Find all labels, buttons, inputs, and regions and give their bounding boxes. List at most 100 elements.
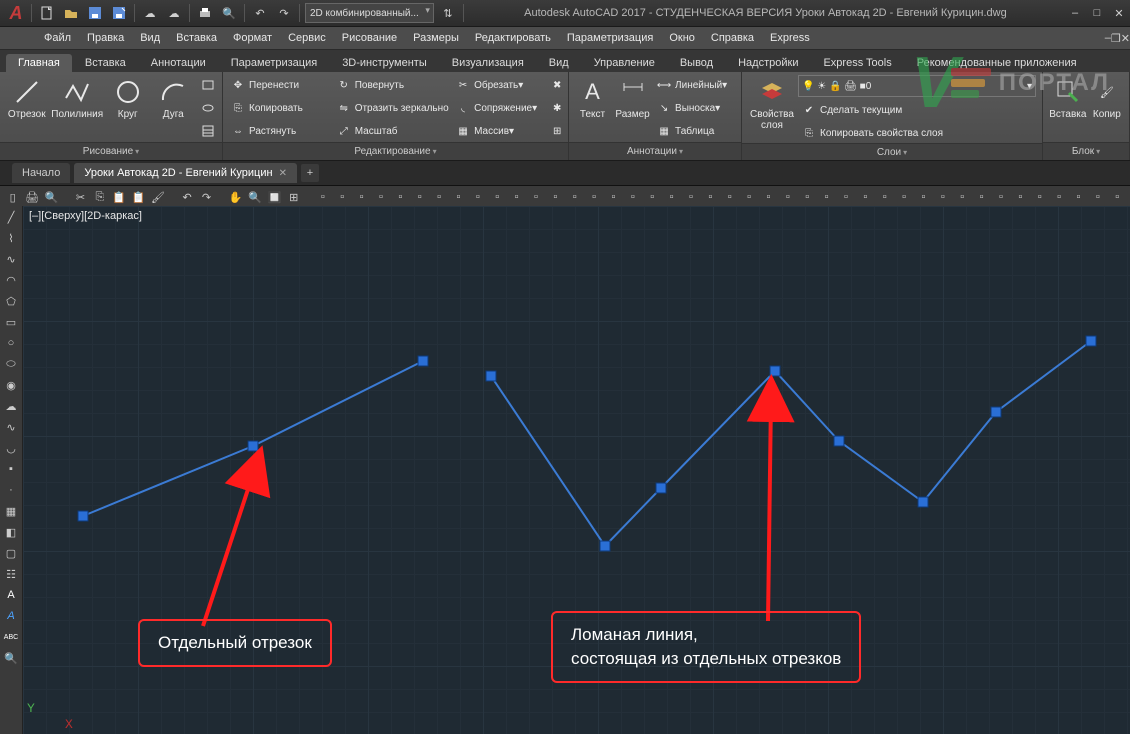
tb2-icon[interactable]: ▫ — [334, 188, 351, 206]
ribbon-tab-3d[interactable]: 3D-инструменты — [330, 54, 439, 72]
tb2-icon[interactable]: ✂ — [72, 188, 89, 206]
lt-ellipse-icon[interactable]: ⬭ — [2, 355, 20, 373]
tb2-icon[interactable]: ▫ — [1070, 188, 1087, 206]
ribbon-tab-insert[interactable]: Вставка — [73, 54, 138, 72]
tb2-icon[interactable]: ▫ — [779, 188, 796, 206]
tb2-icon[interactable]: ▫ — [644, 188, 661, 206]
tb2-icon[interactable]: ▫ — [605, 188, 622, 206]
tb2-icon[interactable]: ↶ — [178, 188, 195, 206]
tb2-icon[interactable]: ▫ — [372, 188, 389, 206]
tb2-icon[interactable]: 🖨 — [23, 188, 40, 206]
circle-button[interactable]: Круг — [105, 75, 151, 120]
erase-icon[interactable]: ✖ — [550, 75, 564, 95]
qat-undo-icon[interactable]: ↶ — [249, 3, 271, 23]
menu-edit[interactable]: Правка — [79, 27, 132, 49]
lt-region-icon[interactable]: ▢ — [2, 544, 20, 562]
layerprops-button[interactable]: Свойства слоя — [746, 75, 798, 131]
tb2-icon[interactable]: 📋 — [111, 188, 128, 206]
qat-new-icon[interactable] — [36, 3, 58, 23]
lt-circle-icon[interactable]: ○ — [2, 334, 20, 352]
tb2-icon[interactable]: ▫ — [1089, 188, 1106, 206]
trim-button[interactable]: ✂Обрезать ▾ — [452, 75, 550, 95]
ribbon-tab-express[interactable]: Express Tools — [811, 54, 903, 72]
tb2-icon[interactable]: ▫ — [430, 188, 447, 206]
doctab-start[interactable]: Начало — [12, 163, 70, 183]
tb2-icon[interactable]: ▫ — [702, 188, 719, 206]
tb2-icon[interactable]: ▫ — [682, 188, 699, 206]
tb2-icon[interactable]: ▫ — [566, 188, 583, 206]
ellipse-icon[interactable] — [198, 98, 218, 118]
tb2-icon[interactable]: ▫ — [411, 188, 428, 206]
menu-insert[interactable]: Вставка — [168, 27, 225, 49]
ribbon-tab-apps[interactable]: Рекомендованные приложения — [905, 54, 1089, 72]
tb2-icon[interactable]: ▫ — [314, 188, 331, 206]
qat-preview-icon[interactable]: 🔍 — [218, 3, 240, 23]
tb2-icon[interactable]: ▫ — [547, 188, 564, 206]
menu-draw[interactable]: Рисование — [334, 27, 405, 49]
lt-point-icon[interactable]: · — [2, 481, 20, 499]
move-button[interactable]: ✥Перенести — [227, 75, 333, 95]
qat-open-icon[interactable] — [60, 3, 82, 23]
menu-help[interactable]: Справка — [703, 27, 762, 49]
lt-polygon-icon[interactable]: ⬠ — [2, 292, 20, 310]
insert-button[interactable]: Вставка — [1047, 75, 1089, 120]
tb2-icon[interactable]: ▫ — [895, 188, 912, 206]
workspace-combo[interactable]: 2D комбинированный... — [305, 3, 434, 23]
lt-abc-icon[interactable]: ABC — [2, 628, 20, 646]
rotate-button[interactable]: ↻Повернуть — [333, 75, 452, 95]
ribbon-tab-param[interactable]: Параметризация — [219, 54, 329, 72]
panel-layers-title[interactable]: Слои — [742, 143, 1042, 160]
tb2-icon[interactable]: 🔍 — [43, 188, 60, 206]
copy-fmt-button[interactable]: 🖌 Копир — [1089, 75, 1125, 120]
qat-save-icon[interactable] — [84, 3, 106, 23]
scale-button[interactable]: ⤢Масштаб — [333, 121, 452, 141]
lt-line-icon[interactable]: ╱ — [2, 208, 20, 226]
doctab-current[interactable]: Уроки Автокад 2D - Евгений Курицин✕ — [74, 163, 297, 183]
drawing-canvas[interactable]: [–][Сверху][2D-каркас] Отдельный от — [23, 206, 1130, 734]
offset-icon[interactable]: ⊞ — [550, 121, 564, 141]
stretch-button[interactable]: ⇔Растянуть — [227, 121, 333, 141]
minimize-button[interactable]: – — [1064, 3, 1086, 23]
tb2-icon[interactable]: ▫ — [837, 188, 854, 206]
hatch-icon[interactable] — [198, 121, 218, 141]
make-current-button[interactable]: ✔Сделать текущим — [798, 100, 1038, 120]
panel-draw-title[interactable]: Рисование — [0, 142, 222, 160]
tb2-icon[interactable]: ▫ — [934, 188, 951, 206]
tb2-icon[interactable]: ▫ — [915, 188, 932, 206]
ribbon-tab-viz[interactable]: Визуализация — [440, 54, 536, 72]
ribbon-tab-output[interactable]: Вывод — [668, 54, 725, 72]
qat-cloud-icon[interactable]: ☁ — [139, 3, 161, 23]
lt-pline-icon[interactable]: ⌇ — [2, 229, 20, 247]
tb2-icon[interactable]: ⊞ — [285, 188, 302, 206]
ribbon-tab-manage[interactable]: Управление — [582, 54, 667, 72]
tb2-icon[interactable]: ▫ — [1031, 188, 1048, 206]
tb2-icon[interactable]: ▫ — [469, 188, 486, 206]
lt-donut-icon[interactable]: ◉ — [2, 376, 20, 394]
tb2-icon[interactable]: ▫ — [527, 188, 544, 206]
qat-saveas-icon[interactable] — [108, 3, 130, 23]
tb2-icon[interactable]: ▫ — [876, 188, 893, 206]
qat-sync-icon[interactable]: ⇅ — [437, 3, 459, 23]
tb2-icon[interactable]: ▫ — [663, 188, 680, 206]
app-logo[interactable]: A — [4, 1, 28, 25]
layer-combo-row[interactable]: 💡 ☀ 🔒 🖨 ■ 0 ▾ — [798, 75, 1036, 97]
tb2-icon[interactable]: ⎘ — [91, 188, 108, 206]
explode-icon[interactable]: ✱ — [550, 98, 564, 118]
array-button[interactable]: ▦Массив ▾ — [452, 121, 550, 141]
menu-dim[interactable]: Размеры — [405, 27, 467, 49]
menu-format[interactable]: Формат — [225, 27, 280, 49]
fillet-button[interactable]: ◟Сопряжение ▾ — [452, 98, 550, 118]
panel-modify-title[interactable]: Редактирование — [223, 142, 568, 160]
tb2-icon[interactable]: ▫ — [799, 188, 816, 206]
lt-arc-icon[interactable]: ◠ — [2, 271, 20, 289]
mdi-close-icon[interactable]: ✕ — [1121, 32, 1130, 45]
menu-tools[interactable]: Сервис — [280, 27, 334, 49]
tb2-icon[interactable]: ▫ — [973, 188, 990, 206]
polyline-button[interactable]: Полилиния — [50, 75, 105, 120]
ribbon-tab-view[interactable]: Вид — [537, 54, 581, 72]
lt-hatch-icon[interactable]: ▦ — [2, 502, 20, 520]
tb2-icon[interactable]: ↷ — [198, 188, 215, 206]
mirror-button[interactable]: ⇋Отразить зеркально — [333, 98, 452, 118]
tb2-icon[interactable]: 🖌 — [149, 188, 166, 206]
tb2-icon[interactable]: ▫ — [818, 188, 835, 206]
